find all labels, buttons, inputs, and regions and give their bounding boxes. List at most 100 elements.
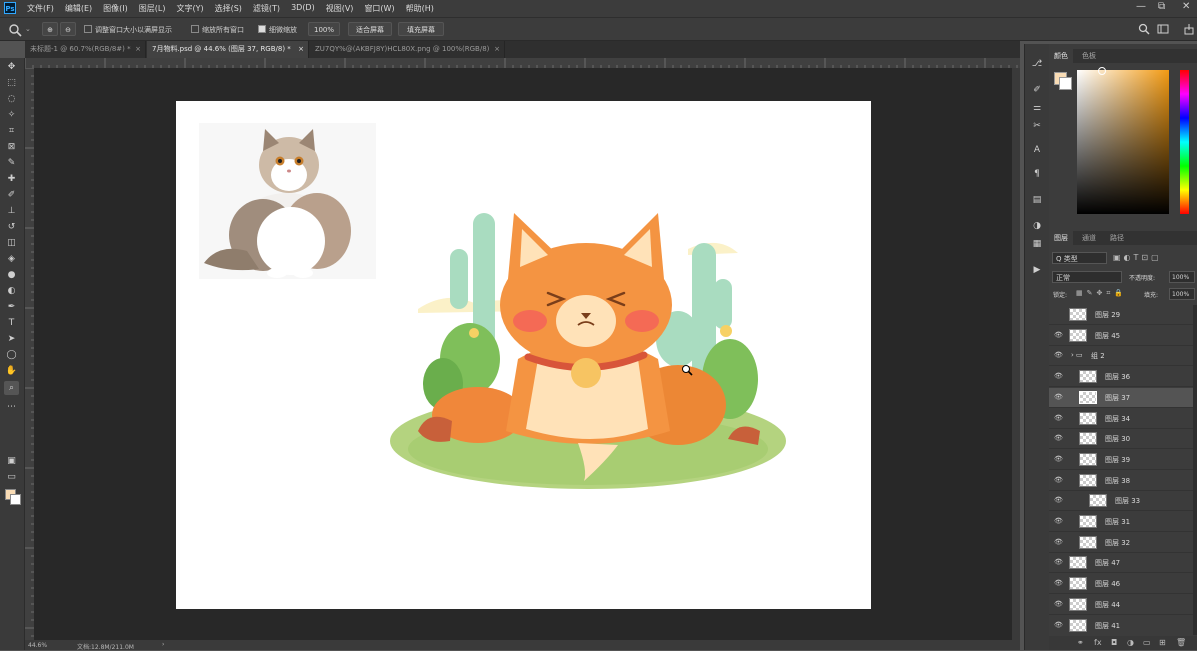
delete-layer-icon[interactable]: 🗑 — [1176, 638, 1186, 647]
menu-item[interactable]: 滤镜(T) — [253, 3, 280, 14]
layer-thumbnail[interactable] — [1069, 597, 1087, 611]
layer-thumbnail[interactable] — [1069, 308, 1087, 321]
dodge-tool-icon[interactable]: ◐ — [4, 284, 19, 298]
visibility-eye-icon[interactable]: 👁 — [1054, 579, 1063, 588]
layer-thumbnail[interactable] — [1079, 411, 1097, 425]
layer-thumbnail[interactable] — [1089, 494, 1107, 508]
layer-row[interactable]: 👁 图层 37 — [1049, 387, 1193, 408]
tab-paths[interactable]: 路径 — [1105, 231, 1129, 245]
layer-thumbnail[interactable] — [1079, 370, 1097, 384]
brush-tool-icon[interactable]: ✐ — [4, 188, 19, 202]
opacity-field[interactable]: 100% — [1169, 271, 1195, 283]
layer-row[interactable]: 👁 图层 47 — [1049, 553, 1193, 574]
blend-mode-select[interactable]: 正常 — [1052, 271, 1122, 283]
workspace-icon[interactable] — [1157, 23, 1169, 35]
tab-swatches[interactable]: 色板 — [1077, 49, 1101, 63]
tab-untitled[interactable]: 未标题-1 @ 60.7%(RGB/8#) * × — [25, 41, 146, 58]
visibility-eye-icon[interactable]: 👁 — [1054, 517, 1063, 526]
layer-row[interactable]: 👁 图层 30 — [1049, 429, 1193, 450]
brush-settings-icon[interactable]: ✐ — [1031, 84, 1043, 96]
blur-tool-icon[interactable]: ● — [4, 268, 19, 282]
layer-thumbnail[interactable] — [1069, 577, 1087, 591]
pen-tool-icon[interactable]: ✒ — [4, 300, 19, 314]
background-color-swatch[interactable] — [10, 494, 21, 505]
layer-thumbnail[interactable] — [1079, 515, 1097, 528]
layer-thumbnail[interactable] — [1079, 452, 1097, 466]
layer-filter-select[interactable]: Q 类型 — [1052, 252, 1107, 264]
layer-filter-icons[interactable]: ▣◐T⊡▢ — [1113, 253, 1162, 262]
fill-screen-button[interactable]: 填充屏幕 — [398, 22, 444, 36]
layer-thumbnail[interactable] — [1079, 432, 1097, 446]
menu-item[interactable]: 帮助(H) — [406, 3, 434, 14]
visibility-eye-icon[interactable]: 👁 — [1054, 558, 1063, 567]
move-tool-icon[interactable]: ✥ — [4, 60, 19, 74]
zoom-100-button[interactable]: 100% — [308, 22, 340, 36]
menu-item[interactable]: 选择(S) — [215, 3, 242, 14]
layer-thumbnail[interactable] — [1079, 535, 1097, 549]
menu-item[interactable]: 文件(F) — [27, 3, 54, 14]
layer-row[interactable]: 👁 图层 32 — [1049, 533, 1193, 553]
libraries-panel-icon[interactable]: ▦ — [1031, 238, 1043, 250]
menu-item[interactable]: 视图(V) — [326, 3, 354, 14]
layer-thumbnail[interactable] — [1079, 473, 1097, 487]
resize-windows-checkbox[interactable] — [84, 25, 92, 33]
tab-png-file[interactable]: ZU7QY%@(AKBFJ8Y)HCL80X.png @ 100%(RGB/8)… — [310, 41, 505, 58]
tab-color[interactable]: 颜色 — [1049, 49, 1073, 63]
layer-row[interactable]: 图层 29 — [1049, 305, 1193, 325]
more-tools-icon[interactable]: ⋯ — [4, 400, 19, 414]
visibility-eye-icon[interactable]: 👁 — [1054, 351, 1063, 360]
layer-row[interactable]: 👁 图层 36 — [1049, 367, 1193, 388]
visibility-eye-icon[interactable]: 👁 — [1054, 496, 1063, 505]
adjustments-panel-icon[interactable]: ◑ — [1031, 220, 1043, 232]
crop-tool-icon[interactable]: ⌗ — [4, 124, 19, 138]
healing-brush-icon[interactable]: ✚ — [4, 172, 19, 186]
layer-thumbnail[interactable] — [1069, 618, 1087, 632]
new-group-icon[interactable]: ▭ — [1143, 638, 1151, 647]
zoom-level[interactable]: 44.6% — [28, 642, 47, 649]
mask-icon[interactable]: ◘ — [1111, 638, 1117, 647]
visibility-eye-icon[interactable]: 👁 — [1054, 455, 1063, 464]
marquee-tool-icon[interactable]: ⬚ — [4, 76, 19, 90]
actions-play-icon[interactable]: ▶ — [1031, 264, 1043, 276]
close-icon[interactable]: ✕ — [1182, 1, 1190, 12]
visibility-eye-icon[interactable]: 👁 — [1054, 476, 1063, 485]
frame-tool-icon[interactable]: ⊠ — [4, 140, 19, 154]
color-field[interactable] — [1077, 70, 1169, 214]
history-brush-icon[interactable]: ↺ — [4, 220, 19, 234]
layer-row[interactable]: 👁 图层 45 — [1049, 326, 1193, 346]
history-panel-icon[interactable]: ⎇ — [1031, 58, 1043, 70]
layer-row[interactable]: 👁 图层 41 — [1049, 616, 1193, 635]
menu-item[interactable]: 图像(I) — [103, 3, 128, 14]
layer-row[interactable]: 👁 图层 44 — [1049, 595, 1193, 615]
layer-thumbnail[interactable] — [1069, 556, 1087, 570]
color-picker-ring[interactable] — [1098, 67, 1106, 75]
magnifier-icon[interactable] — [8, 23, 22, 37]
layer-row[interactable]: 👁 › ▭ 组 2 — [1049, 346, 1193, 367]
magic-wand-tool-icon[interactable]: ✧ — [4, 108, 19, 122]
eraser-tool-icon[interactable]: ◫ — [4, 236, 19, 250]
scrubby-zoom-checkbox[interactable] — [258, 25, 266, 33]
lasso-tool-icon[interactable]: ◌ — [4, 92, 19, 106]
layer-row[interactable]: 👁 图层 38 — [1049, 471, 1193, 491]
shape-tool-icon[interactable]: ◯ — [4, 348, 19, 362]
adjustment-layer-icon[interactable]: ◑ — [1127, 638, 1134, 647]
visibility-eye-icon[interactable]: 👁 — [1054, 538, 1063, 547]
path-select-icon[interactable]: ➤ — [4, 332, 19, 346]
layer-row[interactable]: 👁 图层 34 — [1049, 409, 1193, 429]
status-menu-arrow-icon[interactable]: › — [162, 641, 164, 648]
properties-panel-icon[interactable]: ▤ — [1031, 194, 1043, 206]
fill-field[interactable]: 100% — [1169, 288, 1195, 300]
brush-presets-icon[interactable]: ⚌ — [1031, 102, 1043, 114]
menu-item[interactable]: 图层(L) — [139, 3, 166, 14]
zoom-tool-icon[interactable]: ⌕ — [4, 381, 19, 395]
character-panel-icon[interactable]: A — [1031, 144, 1043, 156]
menu-item[interactable]: 文字(Y) — [176, 3, 203, 14]
color-bg-swatch[interactable] — [1059, 77, 1072, 90]
visibility-eye-icon[interactable]: 👁 — [1054, 600, 1063, 609]
hue-slider[interactable] — [1180, 70, 1189, 214]
tab-layers[interactable]: 图层 — [1049, 231, 1073, 245]
zoom-all-checkbox[interactable] — [191, 25, 199, 33]
restore-icon[interactable]: ⧉ — [1158, 1, 1165, 12]
paint-bucket-icon[interactable]: ◈ — [4, 252, 19, 266]
fx-icon[interactable]: fx — [1094, 638, 1102, 647]
